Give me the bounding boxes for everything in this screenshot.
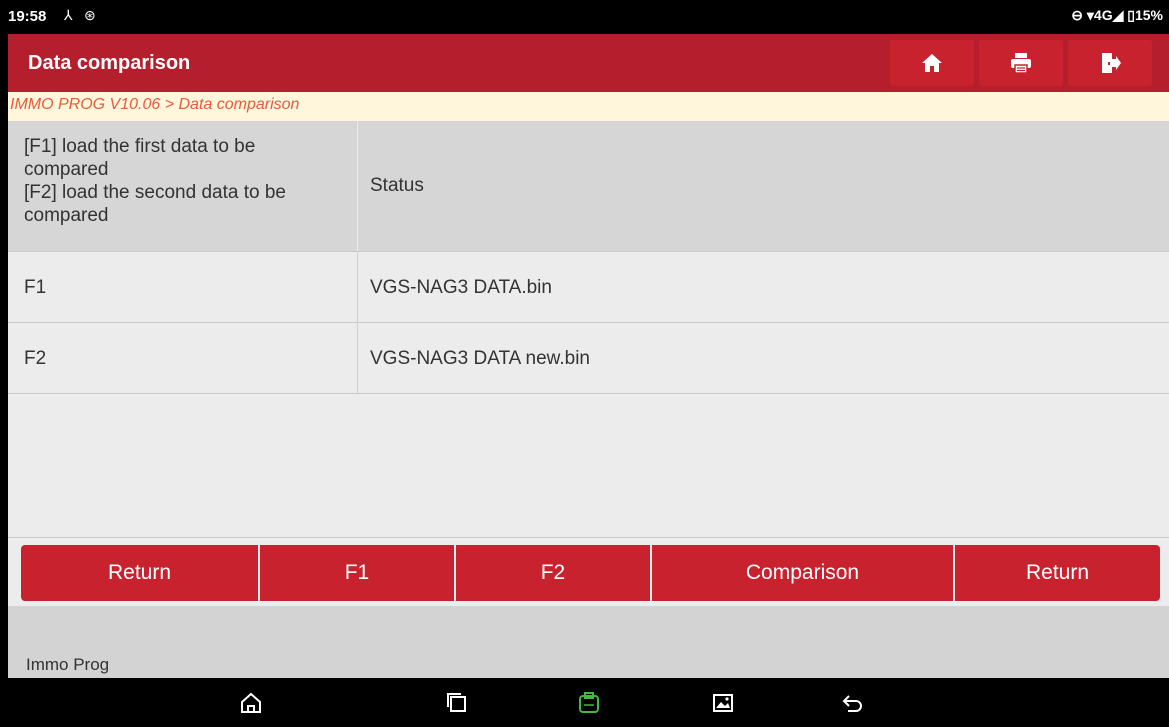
row-key: F2 bbox=[24, 348, 47, 369]
footer-app-name: Immo Prog bbox=[26, 655, 110, 674]
recent-apps-icon[interactable] bbox=[444, 690, 470, 716]
system-nav-bar bbox=[8, 678, 1169, 727]
f1-button[interactable]: F1 bbox=[260, 545, 454, 601]
vci-icon[interactable] bbox=[576, 690, 602, 716]
table-header-left: [F1] load the first data to be compared … bbox=[8, 121, 358, 251]
back-icon[interactable] bbox=[840, 690, 866, 716]
instructions-text: [F1] load the first data to be compared … bbox=[24, 136, 286, 226]
content-divider bbox=[8, 537, 1169, 538]
table-row[interactable]: F1 VGS-NAG3 DATA.bin bbox=[8, 252, 1169, 323]
title-bar: Data comparison bbox=[8, 34, 1169, 92]
row-key-cell: F2 bbox=[8, 323, 358, 393]
return-button-secondary[interactable]: Return bbox=[955, 545, 1160, 601]
bluetooth-icon: ⊛ bbox=[84, 7, 96, 23]
row-value: VGS-NAG3 DATA new.bin bbox=[370, 348, 590, 369]
print-button[interactable] bbox=[979, 40, 1063, 86]
page-title: Data comparison bbox=[28, 52, 191, 74]
row-key-cell: F1 bbox=[8, 252, 358, 322]
breadcrumb-text: IMMO PROG V10.06 > Data comparison bbox=[10, 96, 300, 113]
usb-icon: ⅄ bbox=[64, 7, 73, 23]
exit-icon bbox=[1102, 53, 1121, 73]
row-value-cell: VGS-NAG3 DATA.bin bbox=[358, 252, 1169, 322]
home-icon bbox=[922, 54, 942, 72]
row-value: VGS-NAG3 DATA.bin bbox=[370, 277, 552, 298]
status-indicators: ⊖ ▾4G◢ ▯15% bbox=[1071, 7, 1163, 23]
table-row[interactable]: F2 VGS-NAG3 DATA new.bin bbox=[8, 323, 1169, 394]
gallery-icon[interactable] bbox=[710, 690, 736, 716]
row-value-cell: VGS-NAG3 DATA new.bin bbox=[358, 323, 1169, 393]
f2-button[interactable]: F2 bbox=[456, 545, 650, 601]
status-column-header: Status bbox=[370, 175, 424, 196]
status-time: 19:58 bbox=[8, 8, 47, 25]
exit-button[interactable] bbox=[1068, 40, 1152, 86]
print-icon bbox=[1011, 53, 1031, 74]
footer: Immo Prog bbox=[8, 606, 1169, 678]
home-nav-icon[interactable] bbox=[238, 690, 264, 716]
table-header: [F1] load the first data to be compared … bbox=[8, 121, 1169, 252]
row-key: F1 bbox=[24, 277, 47, 298]
table-header-right: Status bbox=[358, 121, 1169, 251]
breadcrumb: IMMO PROG V10.06 > Data comparison bbox=[8, 92, 1169, 121]
return-button[interactable]: Return bbox=[21, 545, 258, 601]
status-bar: 19:58 ⅄ ⊛ ⊖ ▾4G◢ ▯15% bbox=[8, 0, 1169, 34]
comparison-button[interactable]: Comparison bbox=[652, 545, 953, 601]
app-window: 19:58 ⅄ ⊛ ⊖ ▾4G◢ ▯15% Data comparison IM… bbox=[8, 0, 1169, 727]
home-button[interactable] bbox=[890, 40, 974, 86]
